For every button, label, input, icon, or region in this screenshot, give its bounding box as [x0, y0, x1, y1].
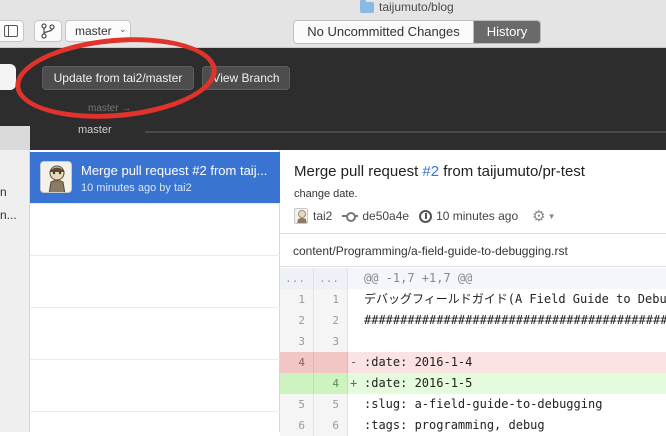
new-line-number[interactable]: 1: [314, 289, 348, 310]
old-line-number[interactable]: 2: [280, 310, 314, 331]
diff-hunk-header: ... ... @@ -1,7 +1,7 @@: [280, 268, 666, 289]
old-line-number[interactable]: [280, 373, 314, 394]
diff-line: 3 3: [280, 331, 666, 352]
diff-code: :slug: a-field-guide-to-debugging: [364, 397, 603, 411]
new-line-number[interactable]: 6: [314, 415, 348, 436]
diff-line-added: 4 + :date: 2016-1-5: [280, 373, 666, 394]
caret-down-icon[interactable]: ▼: [548, 212, 556, 221]
folder-icon: [360, 0, 374, 13]
author: tai2: [294, 208, 332, 224]
sidebar-fragment-2[interactable]: n...: [0, 208, 17, 222]
view-switcher: No Uncommitted Changes History: [293, 20, 541, 44]
commit-detail: Merge pull request #2 from taijumuto/pr-…: [280, 150, 666, 436]
old-line-number[interactable]: 6: [280, 415, 314, 436]
tab-uncommitted-changes[interactable]: No Uncommitted Changes: [294, 21, 474, 43]
branch-select-label: master: [75, 24, 112, 38]
empty-list-row: [30, 308, 280, 360]
file-path: content/Programming/a-field-guide-to-deb…: [293, 244, 568, 258]
diff-view: ... ... @@ -1,7 +1,7 @@ 1 1 デバッグフィールドガイド…: [280, 268, 666, 436]
branch-icon-button[interactable]: [34, 20, 62, 42]
window-title: taijumuto/blog: [360, 0, 454, 14]
diff-line: 5 5 :slug: a-field-guide-to-debugging: [280, 394, 666, 415]
diff-code: デバッグフィールドガイド(A Field Guide to Debugg: [364, 292, 666, 306]
sidebar-header: [0, 126, 30, 150]
clock-icon: [419, 209, 433, 223]
diff-line-deleted: 4 - :date: 2016-1-4: [280, 352, 666, 373]
avatar: [40, 161, 72, 193]
diff-code: @@ -1,7 +1,7 @@: [364, 271, 473, 285]
title-prefix: Merge pull request: [294, 163, 423, 180]
commit-time: 10 minutes ago: [419, 209, 518, 223]
commit-meta-row: tai2 de50a4e 10 minutes ago ⚙ ▼: [294, 207, 556, 225]
sidebar-icon-divider: [8, 25, 9, 37]
author-name[interactable]: tai2: [313, 209, 332, 223]
old-line-number[interactable]: ...: [280, 268, 314, 289]
branch-icon: [41, 23, 55, 39]
repo-sidebar: n n...: [0, 150, 30, 432]
new-line-number[interactable]: 4: [314, 373, 348, 394]
sidebar-search-edge: [0, 64, 16, 90]
title-suffix: from taijumuto/pr-test: [439, 163, 585, 180]
new-line-number[interactable]: 2: [314, 310, 348, 331]
sidebar-fragment-1[interactable]: n: [0, 185, 7, 199]
branch-line: [145, 131, 666, 133]
diff-code: :date: 2016-1-5: [364, 376, 473, 390]
sidebar-toggle-button[interactable]: [0, 20, 24, 42]
empty-list-row: [30, 360, 280, 412]
old-line-number[interactable]: 3: [280, 331, 314, 352]
branch-label: master: [78, 124, 112, 136]
commit-sha-text[interactable]: de50a4e: [362, 209, 409, 223]
chevron-down-icon: ⌄: [119, 24, 127, 34]
commit-list: Merge pull request #2 from taij... 10 mi…: [30, 150, 280, 432]
commit-detail-title: Merge pull request #2 from taijumuto/pr-…: [294, 163, 585, 180]
new-line-number[interactable]: [314, 352, 348, 373]
diff-code: :date: 2016-1-4: [364, 355, 473, 369]
diff-sign: +: [350, 376, 358, 390]
tab-history[interactable]: History: [474, 21, 540, 43]
author-avatar: [294, 208, 308, 224]
diff-line: 6 6 :tags: programming, debug: [280, 415, 666, 436]
commit-description: change date.: [294, 188, 358, 200]
new-line-number[interactable]: ...: [314, 268, 348, 289]
sidebar-icon: [4, 25, 18, 37]
diff-line: 1 1 デバッグフィールドガイド(A Field Guide to Debugg: [280, 289, 666, 310]
old-line-number[interactable]: 1: [280, 289, 314, 310]
file-header[interactable]: content/Programming/a-field-guide-to-deb…: [280, 233, 666, 267]
pull-request-link[interactable]: #2: [422, 163, 439, 180]
upstream-branch-label: master →: [88, 103, 132, 114]
empty-list-row: [30, 204, 280, 256]
diff-code: :tags: programming, debug: [364, 418, 545, 432]
diff-sign: -: [350, 355, 358, 369]
old-line-number[interactable]: 5: [280, 394, 314, 415]
diff-code: ########################################…: [364, 313, 666, 327]
commit-title: Merge pull request #2 from taij...: [81, 163, 268, 178]
diff-line: 2 2 ####################################…: [280, 310, 666, 331]
commit-list-item[interactable]: Merge pull request #2 from taij... 10 mi…: [30, 152, 280, 204]
new-line-number[interactable]: 5: [314, 394, 348, 415]
window-title-text: taijumuto/blog: [379, 0, 454, 14]
gear-icon[interactable]: ⚙: [532, 207, 545, 225]
empty-list-row: [30, 256, 280, 308]
new-line-number[interactable]: 3: [314, 331, 348, 352]
old-line-number[interactable]: 4: [280, 352, 314, 373]
commit-icon: [342, 211, 359, 222]
commit-time-text: 10 minutes ago: [436, 209, 519, 223]
commit-sha: de50a4e: [342, 209, 409, 223]
commit-meta: 10 minutes ago by tai2: [81, 182, 192, 194]
